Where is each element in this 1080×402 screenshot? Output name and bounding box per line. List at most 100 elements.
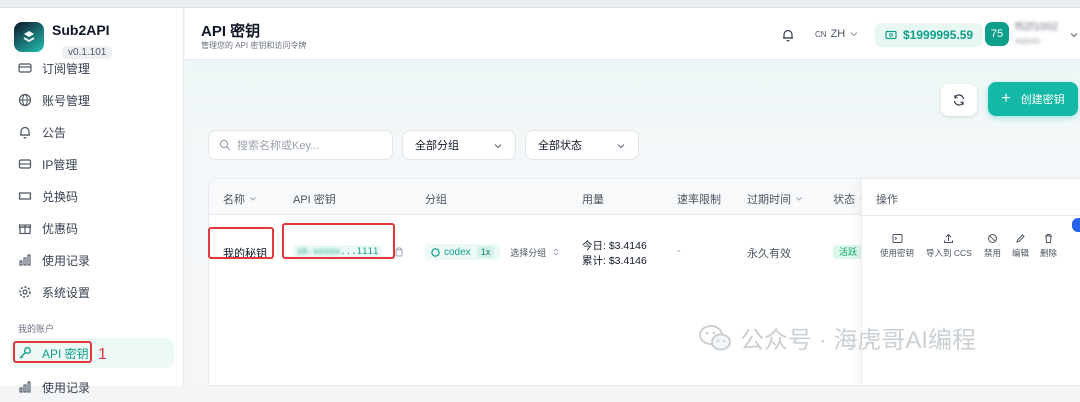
ticket-icon (18, 192, 32, 200)
expires-value: 永久有效 (747, 248, 791, 260)
annotation-number: 1 (98, 346, 107, 363)
chevron-down-icon (494, 144, 502, 149)
edit-icon (1016, 234, 1025, 243)
chevron-down-icon (850, 32, 858, 37)
trash-icon (1045, 234, 1052, 243)
column-header-group: 分组 (425, 194, 447, 206)
usage-total: 累计: $3.4146 (582, 255, 647, 267)
delete-button[interactable]: 删除 (1040, 233, 1057, 259)
column-header-actions: 操作 (876, 194, 898, 206)
brand-name: Sub2API (52, 22, 110, 38)
language-label: ZH (830, 28, 846, 40)
import-to-ccs-button[interactable]: 导入到 CCS (926, 233, 972, 259)
group-filter-value: 全部分组 (415, 140, 459, 152)
status-filter-value: 全部状态 (538, 140, 582, 152)
balance-display[interactable]: $1999995.59 (875, 23, 984, 47)
copy-icon[interactable] (394, 247, 404, 257)
chevron-down-icon (796, 197, 802, 201)
plus-icon: + (1001, 90, 1011, 107)
sidebar-item-label: 订阅管理 (42, 61, 91, 76)
sidebar-item-system-settings[interactable]: 系统设置 (10, 277, 174, 307)
column-header-rate-limit: 速率限制 (677, 194, 721, 206)
group-cell: codex 1x 选择分组 (425, 244, 560, 260)
user-role: Admin (1015, 36, 1041, 46)
sidebar-item-accounts[interactable]: 账号管理 (10, 85, 174, 115)
sidebar: Sub2API v0.1.101 订阅管理 账号管理 公告 IP管理 兑换码 优… (0, 8, 184, 395)
create-key-button[interactable]: + 创建密钥 (988, 82, 1078, 116)
openai-icon (431, 247, 440, 257)
search-icon (219, 139, 231, 151)
gear-icon (19, 286, 31, 298)
divider (862, 215, 1080, 216)
refresh-button[interactable] (941, 84, 977, 116)
search-input[interactable]: 搜索名称或Key... (208, 130, 393, 160)
floating-tab-handle[interactable] (1072, 218, 1080, 232)
sidebar-item-label: 系统设置 (42, 285, 91, 300)
column-header-name[interactable]: 名称 (223, 191, 257, 207)
sidebar-item-ip-management[interactable]: IP管理 (10, 149, 174, 179)
sidebar-item-my-usage-records[interactable]: 使用记录 (10, 372, 174, 402)
watermark: 公众号 · 海虎哥AI编程 (698, 320, 976, 355)
create-key-label: 创建密钥 (1020, 94, 1065, 106)
wallet-icon (885, 30, 897, 40)
sidebar-item-label: 使用记录 (42, 253, 91, 268)
card-icon (18, 63, 32, 73)
usage-today: 今日: $3.4146 (582, 240, 647, 252)
balance-amount: $1999995.59 (903, 28, 974, 42)
language-code: CN (815, 29, 827, 39)
sidebar-item-usage-records[interactable]: 使用记录 (10, 245, 174, 275)
annotation-highlight-api-keys (13, 341, 92, 363)
disable-button[interactable]: 禁用 (984, 233, 1001, 259)
page-subtitle: 管理您的 API 密钥和访问令牌 (201, 41, 307, 50)
language-switcher[interactable]: CN ZH (815, 28, 859, 40)
refresh-icon (953, 94, 965, 106)
sidebar-item-label: 优惠码 (42, 221, 79, 236)
sidebar-item-redeem-codes[interactable]: 兑换码 (10, 181, 174, 211)
column-header-usage: 用量 (582, 194, 604, 206)
sidebar-item-label: 兑换码 (42, 189, 79, 204)
edit-button[interactable]: 编辑 (1012, 233, 1029, 259)
bar-chart-icon (19, 254, 31, 266)
upload-icon (944, 233, 954, 243)
bell-icon (20, 126, 30, 139)
bar-chart-icon (19, 381, 31, 393)
select-group-button[interactable]: 选择分组 (510, 246, 546, 259)
status-filter-select[interactable]: 全部状态 (525, 130, 639, 160)
ban-icon (988, 234, 997, 243)
brand: Sub2API v0.1.101 (14, 22, 113, 59)
globe-icon (18, 93, 32, 107)
group-badge[interactable]: codex 1x (425, 244, 501, 260)
page-title: API 密钥 (201, 23, 261, 40)
watermark-text: 公众号 · 海虎哥AI编程 (740, 327, 977, 354)
chevron-down-icon (617, 144, 625, 149)
sort-arrows-icon (553, 248, 559, 256)
page-header: API 密钥 管理您的 API 密钥和访问令牌 CN ZH $1999995.5… (185, 8, 1080, 60)
sidebar-item-label: IP管理 (42, 157, 78, 172)
sidebar-item-label: 账号管理 (42, 93, 91, 108)
browser-tab-strip (0, 0, 1080, 8)
annotation-highlight-name (208, 227, 274, 259)
chevron-down-icon (250, 197, 256, 201)
avatar[interactable]: 75 (985, 22, 1009, 46)
wechat-icon (699, 324, 731, 350)
column-header-api-key: API 密钥 (293, 194, 336, 206)
rate-limit-value: - (677, 245, 681, 257)
search-placeholder: 搜索名称或Key... (237, 140, 320, 152)
sidebar-item-subscriptions[interactable]: 订阅管理 (10, 53, 174, 83)
column-header-expires[interactable]: 过期时间 (747, 191, 803, 207)
annotation-highlight-key (282, 223, 395, 259)
group-multiplier: 1x (476, 246, 495, 258)
chevron-down-icon[interactable] (1069, 30, 1079, 40)
sidebar-item-label: 公告 (42, 125, 67, 140)
group-filter-select[interactable]: 全部分组 (402, 130, 516, 160)
sidebar-item-announcements[interactable]: 公告 (10, 117, 174, 147)
sidebar-item-label: 使用记录 (42, 380, 91, 395)
sidebar-item-promo-codes[interactable]: 优惠码 (10, 213, 174, 243)
use-key-button[interactable]: 使用密钥 (880, 233, 914, 259)
terminal-icon (892, 234, 902, 243)
notification-button[interactable] (781, 28, 795, 47)
gift-icon (18, 224, 32, 235)
user-name: f52f1002 (1015, 21, 1058, 33)
server-icon (18, 159, 32, 169)
status-badge-cell: 活跃 (833, 245, 864, 259)
